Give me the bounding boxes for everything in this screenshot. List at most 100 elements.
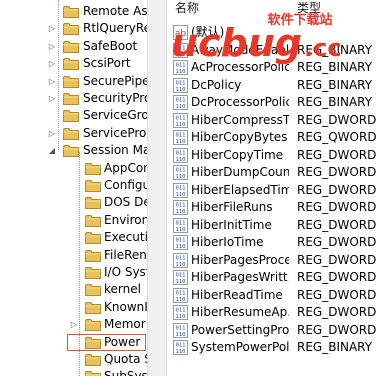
- tree-item[interactable]: SubSyst: [0, 368, 147, 376]
- binary-value-icon: 011 110: [173, 340, 188, 355]
- value-row[interactable]: 011 110 HiberReadTime REG_DWORD: [167, 287, 384, 305]
- value-row[interactable]: 011 110 HiberDumpCount REG_DWORD: [167, 164, 384, 182]
- value-name: HiberResumeAp...: [191, 305, 289, 319]
- folder-icon: [85, 283, 101, 297]
- value-name: HiberPagesProce...: [191, 252, 289, 267]
- value-row[interactable]: 011 110 DcProcessorPolicy REG_BINARY: [167, 94, 384, 112]
- svg-text:011: 011: [176, 98, 186, 104]
- tree-item-label: Quota S: [104, 352, 147, 366]
- binary-value-icon: 011 110: [173, 252, 188, 268]
- column-header-name[interactable]: 名称: [175, 0, 199, 17]
- tree-item[interactable]: ▷ Memor: [0, 316, 147, 333]
- value-row[interactable]: 011 110 HiberElapsedTime REG_DWORD: [167, 182, 384, 200]
- value-type: REG_DWORD: [297, 305, 377, 319]
- value-name: PowerSettingPro...: [191, 322, 289, 337]
- folder-icon: [63, 144, 79, 158]
- value-name: HiberInitTime: [191, 217, 272, 232]
- tree-item[interactable]: ▷ SafeBoot: [0, 38, 147, 55]
- svg-text:110: 110: [176, 104, 186, 110]
- tree-item-label: Session Ma: [83, 143, 147, 158]
- tree-item[interactable]: ▷ SecurityPro: [0, 90, 147, 107]
- collapse-arrow-icon[interactable]: ▷: [47, 38, 57, 55]
- value-name: HiberDumpCount: [191, 165, 289, 179]
- binary-value-icon: 011 110: [173, 147, 188, 163]
- value-row[interactable]: 011 110 DcPolicy REG_BINARY: [167, 77, 384, 95]
- tree-item-label: AppCom: [104, 160, 147, 175]
- value-row[interactable]: 011 110 HiberCopyBytes REG_QWORD: [167, 129, 384, 147]
- tree-item[interactable]: ▷ RtlQueryRe: [0, 20, 147, 37]
- registry-values-list[interactable]: 名称 类型 ab(默认)011110AwayModeEnabledREG_BIN…: [167, 0, 384, 376]
- tree-item[interactable]: Quota S: [0, 351, 147, 368]
- folder-icon: [85, 370, 101, 376]
- tree-item[interactable]: I/O Syst: [0, 264, 147, 281]
- tree-item-label: I/O Syst: [104, 265, 147, 279]
- tree-item-label: KnownI: [104, 299, 147, 314]
- tree-item[interactable]: Remote Ass: [0, 3, 147, 20]
- pane-splitter[interactable]: [147, 0, 167, 376]
- svg-text:011: 011: [176, 290, 186, 296]
- string-value-icon: ab: [173, 25, 188, 40]
- svg-text:011: 011: [176, 168, 186, 174]
- value-row[interactable]: 011110PowerSettingPro...REG_DWORD: [167, 322, 384, 340]
- registry-key-tree[interactable]: Remote Ass ▷ RtlQueryRe ▷ SafeBoot ▷ ScsiPort ▷…: [0, 0, 147, 376]
- value-row[interactable]: 011110SystemPowerPolicyREG_BINARY: [167, 339, 384, 357]
- svg-text:011: 011: [176, 238, 186, 244]
- svg-text:011: 011: [176, 255, 186, 261]
- tree-item-label: Environ: [104, 212, 147, 227]
- tree-item[interactable]: Environ: [0, 212, 147, 229]
- tree-item[interactable]: ▷ ServiceProv: [0, 125, 147, 142]
- value-row[interactable]: ab (默认): [167, 24, 384, 42]
- tree-item[interactable]: Power: [0, 333, 147, 351]
- expand-arrow-icon[interactable]: ◢: [47, 142, 57, 159]
- value-row[interactable]: 011110HiberPagesProce...REG_DWORD: [167, 252, 384, 270]
- svg-text:110: 110: [176, 52, 186, 58]
- tree-item[interactable]: Configu: [0, 177, 147, 194]
- value-type: REG_BINARY: [297, 42, 373, 57]
- collapse-arrow-icon[interactable]: ▷: [47, 90, 57, 107]
- tree-item-label: DOS De: [104, 195, 147, 210]
- value-row[interactable]: 011110HiberCompressTi...REG_DWORD: [167, 112, 384, 130]
- tree-item[interactable]: kernel: [0, 281, 147, 298]
- tree-item-label: ScsiPort: [83, 56, 131, 71]
- tree-item[interactable]: FileRen: [0, 247, 147, 264]
- svg-text:110: 110: [176, 157, 186, 163]
- column-header-type[interactable]: 类型: [297, 0, 321, 17]
- value-row[interactable]: 011 110 HiberIoTime REG_DWORD: [167, 234, 384, 252]
- value-row[interactable]: 011 110 HiberFileRuns REG_DWORD: [167, 199, 384, 217]
- binary-value-icon: 011 110: [173, 305, 188, 320]
- folder-icon: [63, 127, 79, 140]
- folder-icon: [63, 92, 79, 105]
- value-name: HiberFileRuns: [191, 200, 273, 214]
- value-name: (默认): [191, 25, 225, 39]
- collapse-arrow-icon[interactable]: ▷: [47, 20, 57, 37]
- tree-item[interactable]: ServiceGrou: [0, 107, 147, 124]
- value-type: REG_DWORD: [297, 217, 377, 232]
- value-name: HiberReadTime: [191, 287, 283, 302]
- binary-value-icon: 011 110: [173, 60, 188, 75]
- folder-icon: [85, 266, 101, 279]
- folder-icon: [63, 75, 79, 88]
- tree-item[interactable]: KnownI: [0, 299, 147, 316]
- tree-item[interactable]: AppCom: [0, 160, 147, 177]
- svg-text:110: 110: [176, 297, 186, 303]
- svg-text:011: 011: [176, 150, 186, 156]
- value-type: REG_QWORD: [297, 130, 377, 144]
- collapse-arrow-icon[interactable]: ▷: [47, 73, 57, 90]
- collapse-arrow-icon[interactable]: ▷: [69, 316, 79, 333]
- tree-item[interactable]: DOS De: [0, 194, 147, 211]
- tree-item[interactable]: ▷ ScsiPort: [0, 55, 147, 72]
- tree-item[interactable]: Executiv: [0, 229, 147, 246]
- value-row[interactable]: 011 110 AcProcessorPolicy REG_BINARY: [167, 59, 384, 77]
- value-type: REG_DWORD: [297, 147, 377, 162]
- tree-item[interactable]: ◢ Session Ma: [0, 142, 147, 159]
- value-row[interactable]: 011 110 HiberResumeAp... REG_DWORD: [167, 304, 384, 322]
- collapse-arrow-icon[interactable]: ▷: [47, 125, 57, 142]
- tree-item[interactable]: ▷ SecurePipe: [0, 73, 147, 90]
- svg-text:110: 110: [176, 262, 186, 268]
- value-row[interactable]: 011110AwayModeEnabledREG_BINARY: [167, 42, 384, 60]
- value-row[interactable]: 011 110 HiberPagesWritt... REG_DWORD: [167, 269, 384, 287]
- value-row[interactable]: 011 110 HiberCopyTime REG_DWORD: [167, 147, 384, 165]
- svg-text:011: 011: [176, 343, 186, 349]
- value-row[interactable]: 011 110 HiberInitTime REG_DWORD: [167, 217, 384, 235]
- collapse-arrow-icon[interactable]: ▷: [47, 55, 57, 72]
